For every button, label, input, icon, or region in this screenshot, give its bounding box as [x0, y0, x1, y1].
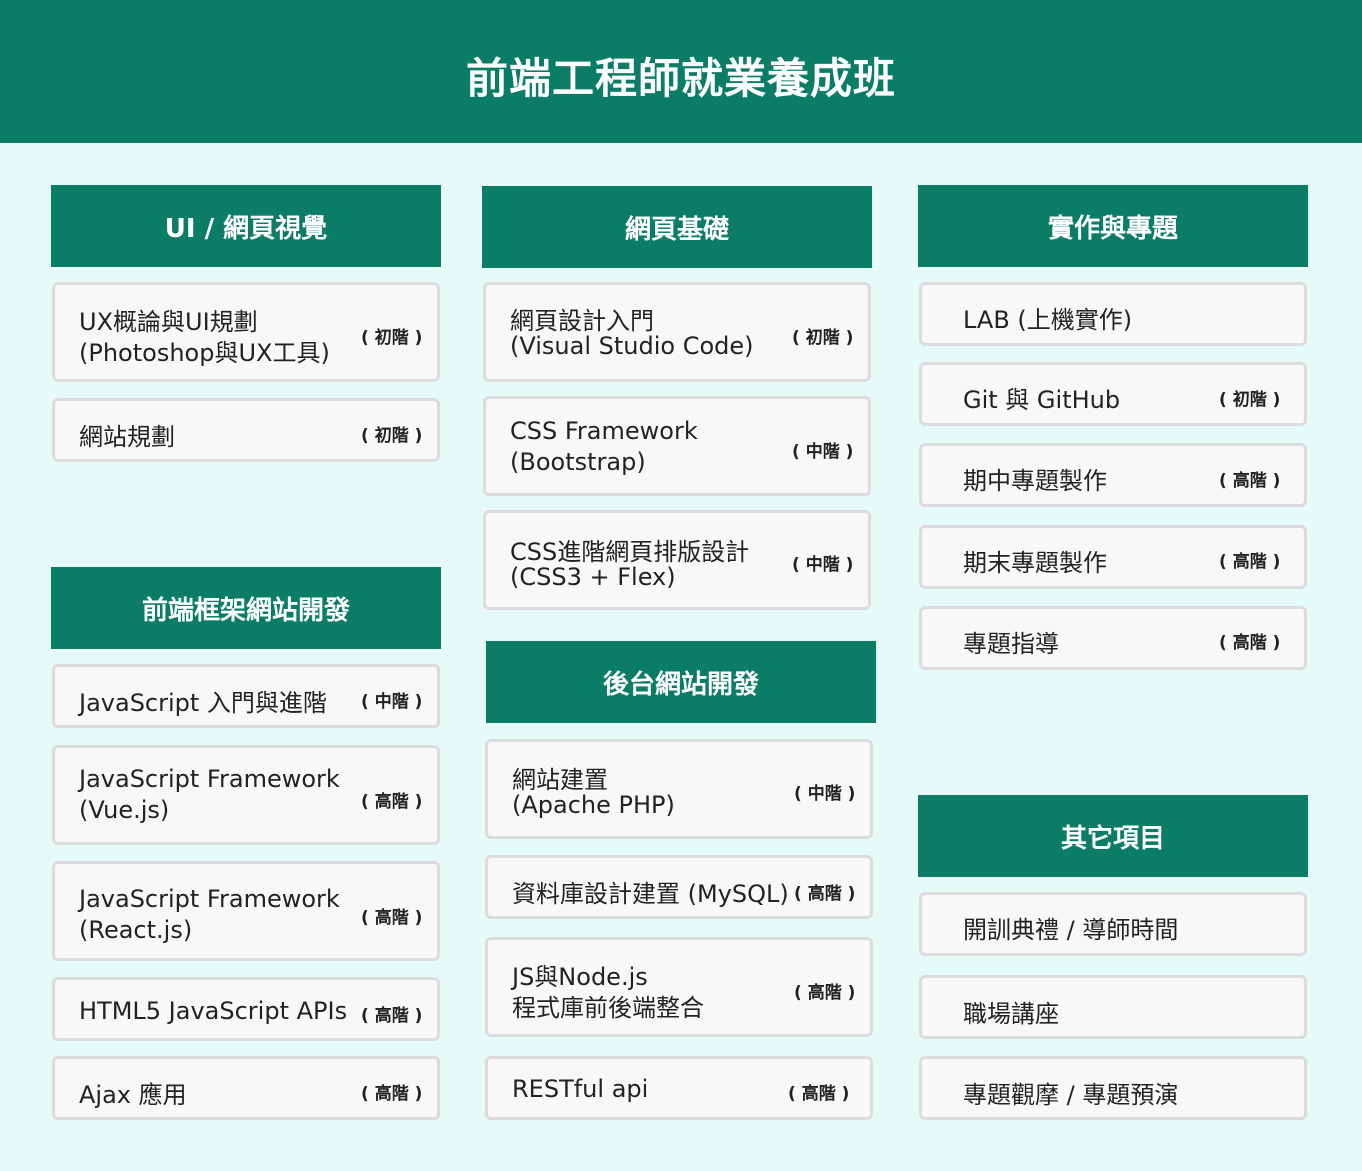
course-level: ( 中階 )	[792, 442, 854, 462]
course-name: 職場講座	[963, 1000, 1059, 1028]
course-level: ( 高階 )	[788, 1084, 850, 1104]
course-card: CSS Framework (Bootstrap) ( 中階 )	[483, 396, 871, 496]
course-card: Git 與 GitHub ( 初階 )	[919, 362, 1307, 426]
course-name-line1: CSS Framework	[510, 417, 698, 445]
course-level: ( 中階 )	[792, 555, 854, 575]
course-card: Ajax 應用 ( 高階 )	[52, 1056, 440, 1120]
course-card: 職場講座	[919, 975, 1307, 1039]
course-level: ( 初階 )	[361, 426, 423, 446]
course-name-line1: JavaScript Framework	[79, 885, 340, 913]
course-card: JavaScript 入門與進階 ( 中階 )	[52, 664, 440, 728]
course-name-line2: 程式庫前後端整合	[512, 994, 704, 1022]
course-level: ( 高階 )	[1219, 552, 1281, 572]
course-card: 專題指導 ( 高階 )	[919, 606, 1307, 670]
course-level: ( 高階 )	[361, 1084, 423, 1104]
course-level: ( 高階 )	[794, 884, 856, 904]
course-name-line1: JavaScript Framework	[79, 765, 340, 793]
course-name-line2: (React.js)	[79, 916, 193, 944]
course-level: ( 高階 )	[361, 1006, 423, 1026]
section-header-label: 前端框架網站開發	[141, 595, 350, 626]
course-name: 期末專題製作	[963, 549, 1107, 577]
course-card: 期中專題製作 ( 高階 )	[919, 443, 1307, 507]
course-card: JavaScript Framework (Vue.js) ( 高階 )	[52, 745, 440, 845]
course-card: 網頁設計入門 (Visual Studio Code) ( 初階 )	[483, 282, 871, 382]
course-card: 網站建置 (Apache PHP) ( 中階 )	[485, 739, 873, 839]
course-name: 資料庫設計建置 (MySQL)	[512, 880, 789, 908]
course-name: 開訓典禮 / 導師時間	[963, 916, 1179, 944]
course-level: ( 高階 )	[361, 792, 423, 812]
section-header-web-basics: 網頁基礎	[482, 186, 872, 268]
section-header-label: 網頁基礎	[624, 214, 729, 245]
course-card: JS與Node.js 程式庫前後端整合 ( 高階 )	[485, 937, 873, 1037]
course-name: LAB (上機實作)	[963, 306, 1133, 334]
course-card: HTML5 JavaScript APIs ( 高階 )	[52, 977, 440, 1041]
course-name: JavaScript 入門與進階	[79, 689, 327, 717]
course-name: 網站規劃	[79, 423, 175, 451]
course-name-line1: CSS進階網頁排版設計	[510, 538, 750, 566]
course-level: ( 初階 )	[792, 328, 854, 348]
section-header-ui: UI / 網頁視覺	[51, 185, 441, 267]
course-level: ( 中階 )	[794, 784, 856, 804]
section-header-label: 實作與專題	[1047, 213, 1178, 244]
course-level: ( 高階 )	[1219, 471, 1281, 491]
course-level: ( 高階 )	[361, 908, 423, 928]
course-card: UX概論與UI規劃 (Photoshop與UX工具) ( 初階 )	[52, 282, 440, 382]
course-card: CSS進階網頁排版設計 (CSS3 + Flex) ( 中階 )	[483, 510, 871, 610]
course-card: JavaScript Framework (React.js) ( 高階 )	[52, 861, 440, 961]
course-name: RESTful api	[512, 1075, 649, 1103]
course-level: ( 初階 )	[361, 328, 423, 348]
section-header-label: 其它項目	[1060, 823, 1165, 854]
course-name-line2: (Visual Studio Code)	[510, 332, 754, 360]
course-name-line1: UX概論與UI規劃	[79, 308, 258, 336]
section-header-label: 後台網站開發	[602, 669, 759, 700]
course-name: Ajax 應用	[79, 1081, 187, 1109]
course-card: 專題觀摩 / 專題預演	[919, 1056, 1307, 1120]
title-banner: 前端工程師就業養成班	[0, 0, 1362, 143]
course-level: ( 初階 )	[1219, 390, 1281, 410]
course-name-line2: (CSS3 + Flex)	[510, 563, 676, 591]
course-name-line2: (Bootstrap)	[510, 448, 646, 476]
course-name-line2: (Vue.js)	[79, 796, 170, 824]
course-name-line1: JS與Node.js	[512, 963, 648, 991]
course-card: LAB (上機實作)	[919, 282, 1307, 346]
course-name-line2: (Photoshop與UX工具)	[79, 339, 330, 367]
course-name: Git 與 GitHub	[963, 386, 1121, 414]
course-name: 專題指導	[963, 630, 1059, 658]
course-level: ( 高階 )	[794, 983, 856, 1003]
course-level: ( 高階 )	[1219, 633, 1281, 653]
course-card: 期末專題製作 ( 高階 )	[919, 525, 1307, 589]
course-card: 開訓典禮 / 導師時間	[919, 892, 1307, 956]
course-level: ( 中階 )	[361, 692, 423, 712]
course-name: 專題觀摩 / 專題預演	[963, 1081, 1179, 1109]
course-name-line1: 網站建置	[512, 766, 608, 794]
section-header-practice-projects: 實作與專題	[918, 185, 1308, 267]
section-header-backend: 後台網站開發	[486, 641, 876, 723]
course-card: RESTful api ( 高階 )	[485, 1056, 873, 1120]
course-name: HTML5 JavaScript APIs	[79, 997, 348, 1025]
section-header-frontend-framework: 前端框架網站開發	[51, 567, 441, 649]
course-card: 資料庫設計建置 (MySQL) ( 高階 )	[485, 855, 873, 919]
course-name-line1: 網頁設計入門	[510, 307, 654, 335]
page-title: 前端工程師就業養成班	[465, 54, 896, 103]
course-name: 期中專題製作	[963, 467, 1107, 495]
course-card: 網站規劃 ( 初階 )	[52, 398, 440, 462]
section-header-other: 其它項目	[918, 795, 1308, 877]
course-name-line2: (Apache PHP)	[512, 791, 675, 819]
section-header-label: UI / 網頁視覺	[164, 213, 328, 244]
